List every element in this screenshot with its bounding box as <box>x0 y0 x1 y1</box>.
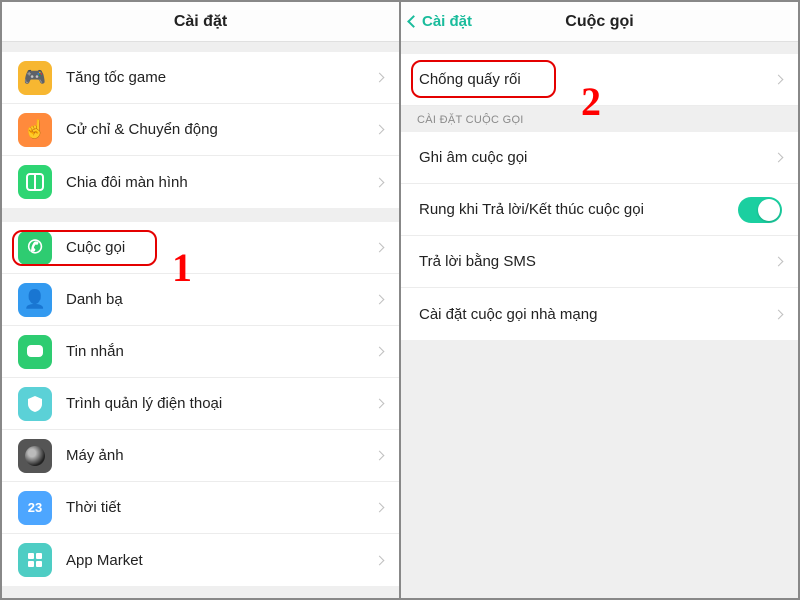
row-camera[interactable]: Máy ảnh <box>2 430 399 482</box>
chevron-left-icon <box>407 15 420 28</box>
row-weather[interactable]: 23 Thời tiết <box>2 482 399 534</box>
call-settings-panel: Cài đặt Cuộc gọi Chống quấy rối CÀI ĐẶT … <box>401 2 798 598</box>
row-label: Danh bạ <box>66 291 376 308</box>
row-contacts[interactable]: 👤 Danh bạ <box>2 274 399 326</box>
row-label: Máy ảnh <box>66 447 376 464</box>
chevron-icon <box>375 347 385 357</box>
row-sms-reply[interactable]: Trả lời bằng SMS <box>401 236 798 288</box>
shield-icon <box>18 387 52 421</box>
chevron-icon <box>375 555 385 565</box>
back-button[interactable]: Cài đặt <box>409 13 472 30</box>
row-label: Ghi âm cuộc gọi <box>419 149 775 166</box>
settings-list[interactable]: 🎮 Tăng tốc game ☝ Cử chỉ & Chuyển động C… <box>2 42 399 598</box>
header-right: Cài đặt Cuộc gọi <box>401 2 798 42</box>
row-vibrate-answer-end[interactable]: Rung khi Trả lời/Kết thúc cuộc gọi <box>401 184 798 236</box>
chevron-icon <box>375 73 385 83</box>
toggle-switch[interactable] <box>738 197 782 223</box>
market-icon <box>18 543 52 577</box>
row-label: Trả lời bằng SMS <box>419 253 775 270</box>
row-label: Cài đặt cuộc gọi nhà mạng <box>419 306 775 323</box>
row-label: Thời tiết <box>66 499 376 516</box>
page-title: Cuộc gọi <box>565 13 633 31</box>
chevron-icon <box>774 257 784 267</box>
camera-icon <box>18 439 52 473</box>
chevron-icon <box>375 451 385 461</box>
chevron-icon <box>774 75 784 85</box>
header-left: Cài đặt <box>2 2 399 42</box>
split-icon <box>18 165 52 199</box>
chevron-icon <box>774 153 784 163</box>
row-label: Rung khi Trả lời/Kết thúc cuộc gọi <box>419 201 738 218</box>
row-call-recording[interactable]: Ghi âm cuộc gọi <box>401 132 798 184</box>
row-label: Chống quấy rối <box>419 71 775 88</box>
row-gesture[interactable]: ☝ Cử chỉ & Chuyển động <box>2 104 399 156</box>
message-icon <box>18 335 52 369</box>
row-label: App Market <box>66 552 376 569</box>
contacts-icon: 👤 <box>18 283 52 317</box>
chevron-icon <box>375 295 385 305</box>
chevron-icon <box>375 125 385 135</box>
row-phone-manager[interactable]: Trình quản lý điện thoại <box>2 378 399 430</box>
row-label: Cử chỉ & Chuyển động <box>66 121 376 138</box>
weather-icon: 23 <box>18 491 52 525</box>
row-messages[interactable]: Tin nhắn <box>2 326 399 378</box>
phone-icon: ✆ <box>18 231 52 265</box>
back-label: Cài đặt <box>422 13 472 30</box>
game-icon: 🎮 <box>18 61 52 95</box>
chevron-icon <box>375 503 385 513</box>
row-call[interactable]: ✆ Cuộc gọi <box>2 222 399 274</box>
row-label: Trình quản lý điện thoại <box>66 395 376 412</box>
section-header: CÀI ĐẶT CUỘC GỌI <box>401 106 798 132</box>
row-label: Chia đôi màn hình <box>66 174 376 191</box>
gesture-icon: ☝ <box>18 113 52 147</box>
chevron-icon <box>375 177 385 187</box>
row-game-boost[interactable]: 🎮 Tăng tốc game <box>2 52 399 104</box>
row-app-market[interactable]: App Market <box>2 534 399 586</box>
row-label: Tin nhắn <box>66 343 376 360</box>
row-carrier-call-settings[interactable]: Cài đặt cuộc gọi nhà mạng <box>401 288 798 340</box>
chevron-icon <box>375 243 385 253</box>
page-title: Cài đặt <box>174 13 227 31</box>
row-splitscreen[interactable]: Chia đôi màn hình <box>2 156 399 208</box>
chevron-icon <box>774 309 784 319</box>
settings-panel: Cài đặt 🎮 Tăng tốc game ☝ Cử chỉ & Chuyể… <box>2 2 401 598</box>
row-label: Tăng tốc game <box>66 69 376 86</box>
chevron-icon <box>375 399 385 409</box>
row-anti-harassment[interactable]: Chống quấy rối <box>401 54 798 106</box>
call-settings-list[interactable]: Chống quấy rối CÀI ĐẶT CUỘC GỌI Ghi âm c… <box>401 42 798 598</box>
row-label: Cuộc gọi <box>66 239 376 256</box>
